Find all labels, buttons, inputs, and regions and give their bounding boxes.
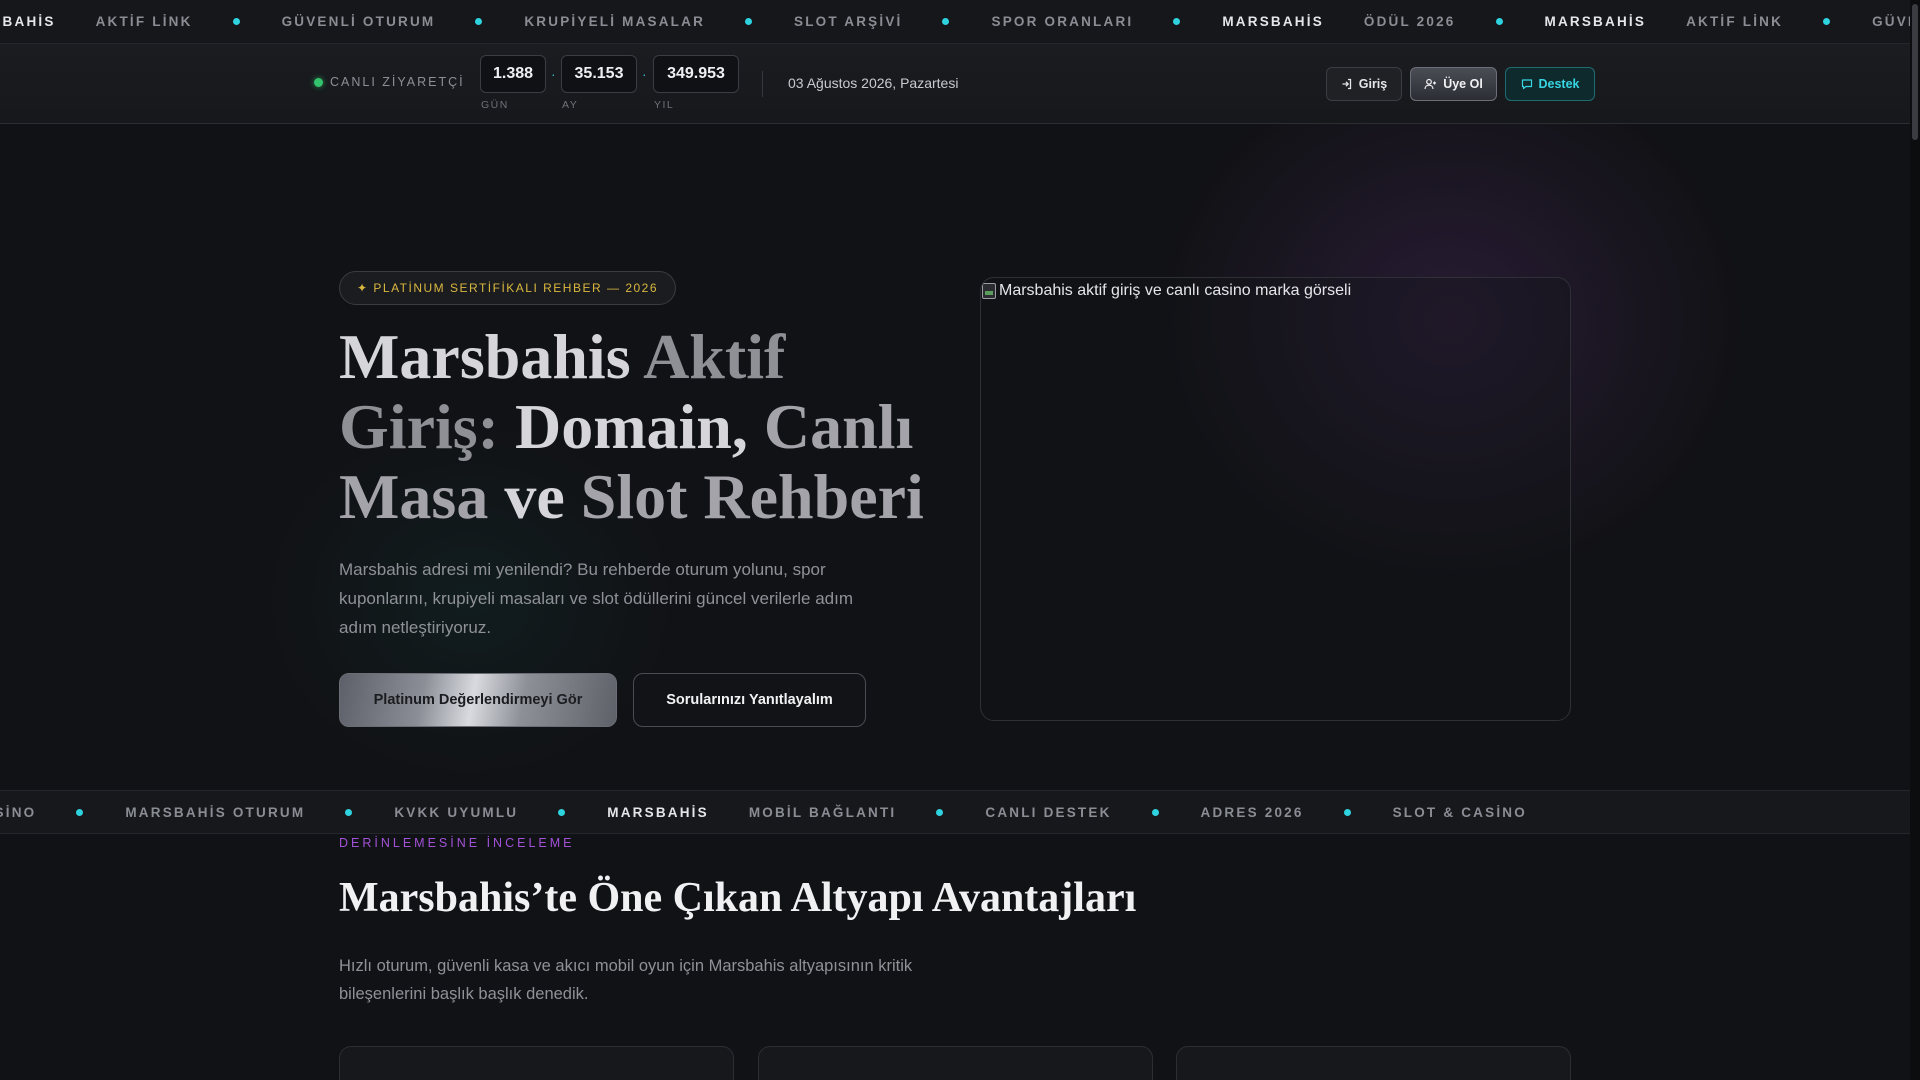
counter-day-value: 1.388 [480,55,546,93]
ticker-item: KVKK UYUMLU [394,804,519,820]
section-title: Marsbahis’te Öne Çıkan Altyapı Avantajla… [339,875,1137,921]
bottom-ticker: SLOT & CASİNO MARSBAHİS OTURUM KVKK UYUMLU… [0,790,1910,834]
page: MARSBAHİS AKTİF LİNK GÜVENLİ OTURUM KRUPİYE… [0,0,1920,1080]
ticker-item: SLOT & CASİNO [1392,804,1527,820]
login-icon [1342,78,1351,90]
hero-image-alt-text: Marsbahis aktif giriş ve canlı casino ma… [999,282,1352,299]
bottom-ticker-track: SLOT & CASİNO MARSBAHİS OTURUM KVKK UYUMLU… [0,791,1567,833]
ticker-dot-icon [232,18,240,25]
header-bar: CANLI ZİYARETÇİ 1.388 GÜN · 35.153 AY · … [0,44,1910,124]
ticker-item: MARSBAHİS [1222,14,1324,29]
top-ticker: MARSBAHİS AKTİF LİNK GÜVENLİ OTURUM KRUPİYE… [0,0,1910,44]
counter-year: 349.953 YIL [653,55,739,111]
scrollbar-thumb[interactable] [1912,4,1918,140]
ticker-dot-icon [1823,18,1831,25]
counter-separator: · [642,66,647,82]
ticker-item: KRUPİYELİ MASALAR [524,14,706,29]
hero-title-part: Domain, [514,391,748,462]
ticker-item: GÜVENLİ OTURUM [1872,14,1910,29]
ticker-item: MARSBAHİS [607,804,709,820]
section-eyebrow: DERİNLEMESİNE İNCELEME [339,836,575,850]
ticker-item: AKTİF LİNK [1686,14,1784,29]
live-dot-icon [314,77,323,87]
broken-image-icon [982,283,996,299]
counter-separator: · [551,66,556,82]
ticker-item: ÖDÜL 2026 [1363,14,1456,29]
counter-year-label: YIL [654,99,675,111]
support-label: Destek [1538,77,1580,91]
register-button[interactable]: Üye Ol [1410,67,1497,101]
ticker-item: AKTİF LİNK [95,14,193,29]
faq-button[interactable]: Sorularınızı Yanıtlayalım [633,673,866,727]
hero-description: Marsbahis adresi mi yenilendi? Bu rehber… [339,560,854,637]
hero-title: Marsbahis Aktif Giriş: Domain, Canlı Mas… [339,322,959,532]
ticker-dot-icon [1173,18,1181,25]
header-divider [762,71,763,97]
feature-card[interactable] [758,1046,1153,1080]
ticker-item: MOBİL BAĞLANTI [748,804,897,820]
ticker-item: GÜVENLİ OTURUM [281,14,436,29]
ticker-item: MARSBAHİS OTURUM [125,804,306,820]
ticker-dot-icon [558,808,566,816]
counter-month-value: 35.153 [561,55,637,93]
ticker-dot-icon [745,18,753,25]
hero-title-part: ve [504,461,565,532]
ticker-dot-icon [1151,808,1159,816]
ticker-dot-icon [1495,18,1503,25]
hero-brand-image: Marsbahis aktif giriş ve canlı casino ma… [980,277,1571,721]
ticker-item: SPOR ORANLARI [991,14,1134,29]
counter-day: 1.388 GÜN [480,55,546,111]
counter-month-label: AY [562,99,579,111]
live-visitor-label: CANLI ZİYARETÇİ [330,75,465,89]
ticker-dot-icon [936,808,944,816]
top-ticker-track: MARSBAHİS AKTİF LİNK GÜVENLİ OTURUM KRUPİYE… [0,0,1910,43]
current-date: 03 Ağustos 2026, Pazartesi [788,75,959,91]
hero-title-part: Slot Rehberi [580,461,924,532]
ticker-item: SLOT & CASİNO [0,804,37,820]
hero-image-alt: Marsbahis aktif giriş ve canlı casino ma… [982,282,1351,300]
ticker-dot-icon [942,18,950,25]
user-plus-icon [1424,78,1437,90]
chat-icon [1521,79,1532,90]
platinum-review-button[interactable]: Platinum Değerlendirmeyi Gör [339,673,617,727]
section-description: Hızlı oturum, güvenli kasa ve akıcı mobi… [339,957,913,1003]
feature-card[interactable] [339,1046,734,1080]
register-label: Üye Ol [1443,77,1483,91]
hero-title-part: Marsbahis [339,321,631,392]
ticker-dot-icon [475,18,483,25]
ticker-item: MARSBAHİS [1544,14,1647,29]
login-label: Giriş [1358,77,1388,91]
counter-day-label: GÜN [481,99,509,111]
live-visitor-indicator: CANLI ZİYARETÇİ [314,75,465,89]
login-button[interactable]: Giriş [1326,67,1402,101]
ticker-dot-icon [1343,808,1351,816]
page-scrollbar[interactable] [1910,0,1920,1080]
ticker-item: ADRES 2026 [1200,804,1304,820]
counter-month: 35.153 AY [561,55,637,111]
ticker-item: SLOT ARŞİVİ [794,14,903,29]
ticker-item: MARSBAHİS [0,14,56,29]
ticker-dot-icon [76,808,84,816]
ticker-item: CANLI DESTEK [985,804,1112,820]
ticker-dot-icon [345,808,353,816]
support-button[interactable]: Destek [1505,67,1595,101]
counter-year-value: 349.953 [653,55,739,93]
feature-card[interactable] [1176,1046,1571,1080]
certified-guide-badge: ✦ PLATİNUM SERTİFİKALI REHBER — 2026 [339,271,677,305]
